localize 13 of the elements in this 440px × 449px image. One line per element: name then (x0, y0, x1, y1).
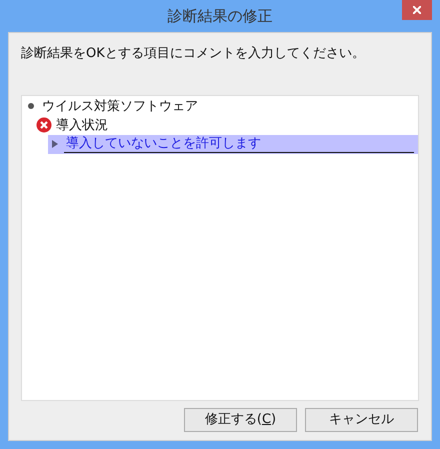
tree-label: 導入状況 (55, 116, 108, 134)
window-title: 診断結果の修正 (166, 6, 274, 27)
submit-button[interactable]: 修正する(C) (184, 408, 297, 432)
close-button[interactable] (402, 0, 432, 20)
tree-item[interactable]: 導入状況 (36, 116, 418, 134)
bullet-icon (28, 103, 34, 109)
instruction-text: 診断結果をOKとする項目にコメントを入力してください。 (21, 45, 366, 63)
tree-item[interactable]: ウイルス対策ソフトウェア (24, 96, 418, 116)
cancel-button[interactable]: キャンセル (305, 408, 418, 432)
triangle-icon (52, 140, 58, 148)
close-icon (413, 6, 421, 14)
tree-label: ウイルス対策ソフトウェア (41, 98, 198, 114)
error-icon (36, 117, 52, 133)
